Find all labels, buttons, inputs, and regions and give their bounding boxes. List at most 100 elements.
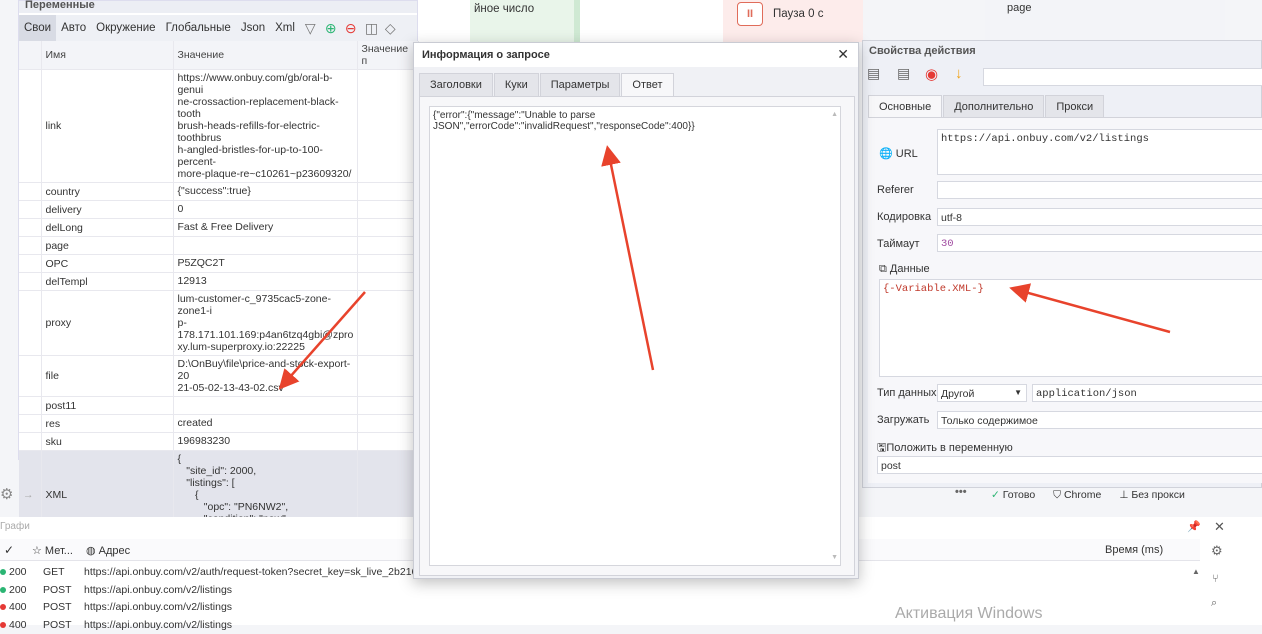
close-icon[interactable]: ✕ <box>837 46 849 63</box>
remove-icon[interactable]: ⊖ <box>340 20 360 37</box>
variable-row[interactable]: page <box>19 236 419 255</box>
settings-icon[interactable]: ⚙ <box>1211 543 1223 559</box>
tab-cookies[interactable]: Куки <box>493 73 539 97</box>
variable-row[interactable]: proxy lum-customer-c_9735cac5-zone-zone1-… <box>19 290 419 356</box>
variable-value[interactable]: Fast & Free Delivery <box>173 218 358 237</box>
globe-icon: 🌐 <box>879 148 893 160</box>
url-input[interactable]: https://api.onbuy.com/v2/listings <box>937 129 1262 175</box>
workflow-canvas[interactable]: йное число II Пауза 0 с <box>418 0 863 42</box>
add-icon[interactable]: ⊕ <box>320 20 340 37</box>
variable-row[interactable]: post11 <box>19 396 419 415</box>
variable-value[interactable]: P5ZQC2T <box>173 254 358 273</box>
col-address[interactable]: ◍ Адрес <box>86 544 130 557</box>
variable-row[interactable]: delTempl 12913 <box>19 272 419 291</box>
node-pause[interactable]: II Пауза 0 с <box>723 0 863 42</box>
col-time[interactable]: Время (ms) <box>1105 544 1163 556</box>
content-type-input[interactable]: application/json <box>1032 384 1262 402</box>
log-row[interactable]: 200 GET https://api.onbuy.com/v2/auth/requ… <box>0 564 435 581</box>
browser-tab-page[interactable]: page <box>985 0 1225 40</box>
tab-own[interactable]: Свои <box>19 15 57 41</box>
tab-global[interactable]: Глобальные <box>161 22 236 34</box>
eraser-icon[interactable]: ◇ <box>380 20 400 37</box>
tab-xml[interactable]: Xml <box>270 22 300 34</box>
encoding-input[interactable]: utf-8 <box>937 208 1262 226</box>
timeout-label: Таймаут <box>877 238 920 250</box>
scroll-up-icon[interactable]: ▲ <box>1192 567 1200 576</box>
variable-value[interactable] <box>173 236 358 255</box>
log-row[interactable]: 400 POST https://api.onbuy.com/v2/listings <box>0 617 232 634</box>
scroll-down-icon[interactable]: ▼ <box>831 552 838 563</box>
close-icon[interactable]: ✕ <box>1214 519 1225 535</box>
variable-name: delivery <box>41 200 174 219</box>
status-proxy[interactable]: ⊥ Без прокси <box>1119 489 1185 505</box>
timeout-input[interactable]: 30 <box>937 234 1262 252</box>
variable-row[interactable]: sku 196983230 <box>19 432 419 451</box>
node-random-number[interactable]: йное число <box>470 0 580 42</box>
col-value[interactable]: Значение <box>173 41 358 70</box>
tab-json[interactable]: Json <box>236 22 270 34</box>
variable-value[interactable]: 0 <box>173 200 358 219</box>
row-indicator <box>19 200 42 219</box>
variable-row[interactable]: res created <box>19 414 419 433</box>
variable-value[interactable]: https://www.onbuy.com/gb/oral-b-genui ne… <box>173 69 358 183</box>
variable-value[interactable]: lum-customer-c_9735cac5-zone-zone1-i p-1… <box>173 290 358 356</box>
variable-value[interactable]: created <box>173 414 358 433</box>
status-dot-icon <box>0 586 6 593</box>
col-name[interactable]: Имя <box>41 41 174 70</box>
variable-row[interactable]: OPC P5ZQC2T <box>19 254 419 273</box>
variable-row[interactable]: country {"success":true} <box>19 182 419 201</box>
log-row[interactable]: 400 POST https://api.onbuy.com/v2/listings <box>0 599 232 616</box>
status-browser[interactable]: ⛉ Chrome <box>1053 489 1101 505</box>
search-icon[interactable]: ⌕ <box>1211 597 1217 610</box>
variable-row[interactable]: delivery 0 <box>19 200 419 219</box>
datatype-label: Тип данных <box>877 387 937 399</box>
variable-value[interactable]: 196983230 <box>173 432 358 451</box>
datatype-select[interactable]: Другой ▼ <box>937 384 1027 402</box>
tab-params[interactable]: Параметры <box>539 73 621 97</box>
data-textarea[interactable]: {-Variable.XML-} <box>879 279 1262 377</box>
variable-row[interactable]: link https://www.onbuy.com/gb/oral-b-genu… <box>19 69 419 183</box>
tab-headers[interactable]: Заголовки <box>419 73 493 97</box>
load-select[interactable]: Только содержимое <box>937 411 1262 429</box>
pin-icon[interactable]: 📌 <box>1187 520 1201 533</box>
variable-value[interactable]: D:\OnBuy\file\price-and-stock-export-20 … <box>173 355 358 397</box>
tab-proxy[interactable]: Прокси <box>1045 95 1105 119</box>
variable-value[interactable] <box>173 396 358 415</box>
record-icon[interactable]: ◉ <box>925 65 938 83</box>
settings-gear-icon[interactable]: ⚙ <box>0 485 13 503</box>
referer-label: Referer <box>877 184 914 196</box>
col-default[interactable]: Значение п <box>357 41 419 70</box>
tab-main[interactable]: Основные <box>868 95 943 119</box>
variable-name: OPC <box>41 254 174 273</box>
window-icon[interactable]: ◫ <box>360 20 380 37</box>
col-method[interactable]: ☆ Мет... <box>32 544 73 557</box>
scroll-up-icon[interactable]: ▲ <box>831 109 838 120</box>
referer-input[interactable] <box>937 181 1262 199</box>
variable-name: post11 <box>41 396 174 415</box>
log-row[interactable]: 200 POST https://api.onbuy.com/v2/listings <box>0 582 232 599</box>
tab-response[interactable]: Ответ <box>621 73 674 97</box>
action-name-input[interactable] <box>983 68 1262 86</box>
row-indicator <box>19 414 42 433</box>
response-body[interactable]: {"error":{"message":"Unable to parse JSO… <box>429 106 841 566</box>
variable-value[interactable]: {"success":true} <box>173 182 358 201</box>
shield-icon: ⛉ <box>1053 489 1062 501</box>
variable-row[interactable]: delLong Fast & Free Delivery <box>19 218 419 237</box>
edit-icon[interactable]: ▤ <box>897 65 910 82</box>
tab-advanced[interactable]: Дополнительно <box>943 95 1045 119</box>
data-label: ⧉ Данные <box>879 263 930 275</box>
filter-icon[interactable]: ▽ <box>300 20 320 37</box>
arrow-down-icon[interactable]: ↓ <box>955 65 963 82</box>
variable-name: delTempl <box>41 272 174 291</box>
tab-auto[interactable]: Авто <box>56 22 91 34</box>
save-icon: 🖫 <box>877 442 887 454</box>
properties-icon[interactable]: ▤ <box>867 65 880 82</box>
variable-value[interactable]: 12913 <box>173 272 358 291</box>
status-check-icon[interactable]: ✓ <box>4 543 14 557</box>
more-icon[interactable]: ••• <box>955 486 967 498</box>
branch-icon[interactable]: ⑂ <box>1212 573 1219 585</box>
tab-environment[interactable]: Окружение <box>91 22 160 34</box>
save-variable-input[interactable]: post <box>877 456 1262 474</box>
panel-title: Свойства действия <box>869 45 976 57</box>
variable-row[interactable]: file D:\OnBuy\file\price-and-stock-export… <box>19 355 419 397</box>
